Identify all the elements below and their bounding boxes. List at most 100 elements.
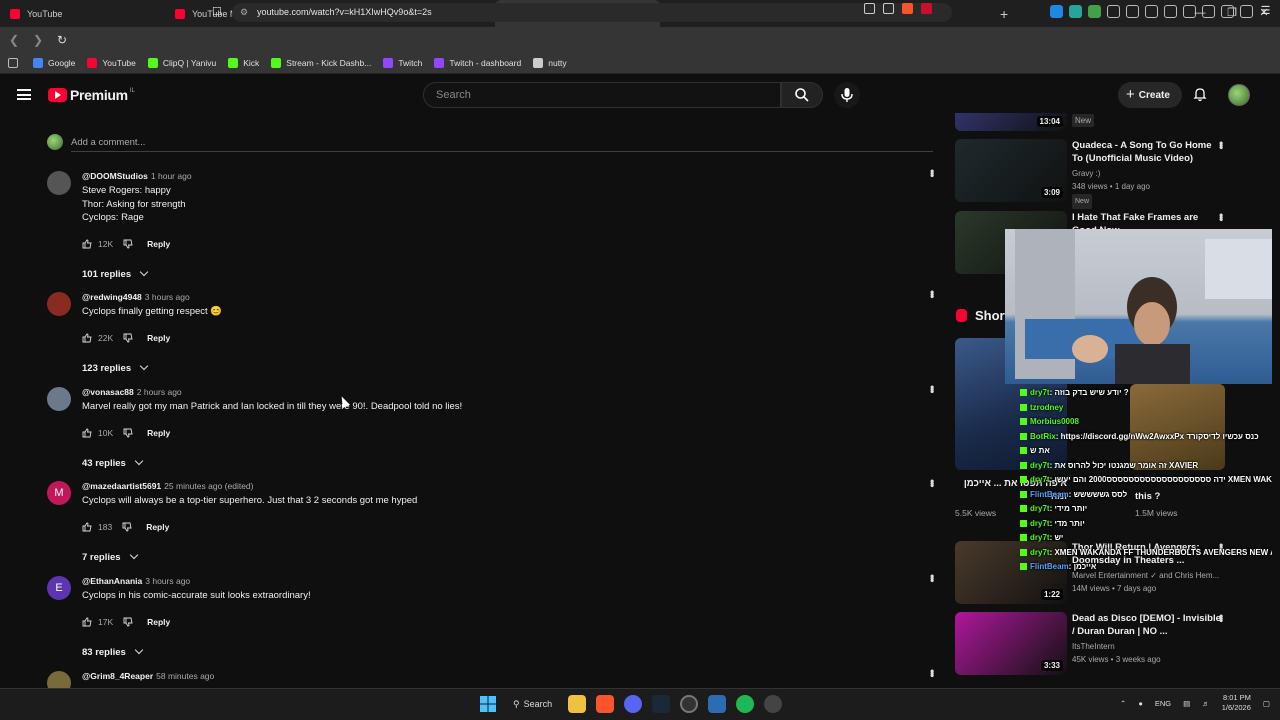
reply-button[interactable]: Reply <box>147 617 170 627</box>
video-thumbnail[interactable]: 3:09 <box>955 139 1067 202</box>
like-icon[interactable] <box>82 428 92 438</box>
view-replies-button[interactable]: 101 replies <box>82 267 149 280</box>
video-channel[interactable]: ItsTheIntern <box>1072 640 1115 653</box>
share-icon[interactable] <box>883 3 894 14</box>
more-actions-icon[interactable]: ••• <box>925 669 939 676</box>
clock[interactable]: 8:01 PM 1/6/2026 <box>1222 693 1251 713</box>
account-avatar[interactable] <box>1228 84 1250 106</box>
like-icon[interactable] <box>82 522 92 532</box>
sidebar-icon[interactable] <box>1183 5 1196 18</box>
reply-button[interactable]: Reply <box>147 333 170 343</box>
obs-icon[interactable] <box>680 695 699 713</box>
search-button[interactable] <box>781 82 823 108</box>
more-actions-icon[interactable]: ••• <box>1214 614 1228 621</box>
reply-button[interactable]: Reply <box>147 428 170 438</box>
like-icon[interactable] <box>82 239 92 249</box>
brave-shield-icon[interactable] <box>902 3 913 14</box>
comment-handle[interactable]: @vonasac88 <box>82 387 134 397</box>
puzzle-icon[interactable] <box>1126 5 1139 18</box>
related-video[interactable]: 13:04 New <box>955 113 1275 133</box>
network-icon[interactable]: ▤ <box>1183 699 1190 708</box>
comment-handle[interactable]: @EthanAnania <box>82 576 142 586</box>
more-actions-icon[interactable]: ••• <box>925 169 939 176</box>
discord-icon[interactable] <box>624 695 643 713</box>
bookmark-item[interactable]: ClipQ | Yanivu <box>147 57 216 68</box>
menu-icon[interactable] <box>17 89 31 100</box>
more-actions-icon[interactable]: ••• <box>925 479 939 486</box>
search-input[interactable]: Search <box>423 82 781 108</box>
reload-icon[interactable]: ↻ <box>52 33 72 47</box>
add-comment-row[interactable]: Add a comment... <box>47 133 933 155</box>
bookmark-item[interactable]: Google <box>33 57 75 68</box>
comment-time[interactable]: 1 hour ago <box>151 171 192 181</box>
extension-icon[interactable] <box>1107 5 1120 18</box>
apps-icon[interactable] <box>8 57 18 68</box>
create-button[interactable]: + Create <box>1118 82 1182 108</box>
comment-time[interactable]: 3 hours ago <box>145 576 190 586</box>
more-actions-icon[interactable]: ••• <box>925 385 939 392</box>
volume-icon[interactable]: ♬ <box>1202 699 1210 708</box>
windows-start-icon[interactable] <box>479 695 497 713</box>
translate-icon[interactable] <box>1050 5 1063 18</box>
media-icon[interactable] <box>1164 5 1177 18</box>
comment-handle[interactable]: @redwing4948 <box>82 292 142 302</box>
comment-time[interactable]: 2 hours ago <box>137 387 182 397</box>
browser-tab[interactable]: YouTube <box>0 0 165 27</box>
bookmark-item[interactable]: Stream - Kick Dashb... <box>271 57 371 68</box>
voice-search-button[interactable] <box>834 82 860 108</box>
language-indicator[interactable]: ENG <box>1155 699 1171 708</box>
dislike-icon[interactable] <box>123 617 133 627</box>
site-info-icon[interactable]: ⚙ <box>240 3 248 22</box>
more-actions-icon[interactable]: ••• <box>1214 141 1228 148</box>
dislike-icon[interactable] <box>122 522 132 532</box>
view-replies-button[interactable]: 83 replies <box>82 645 144 658</box>
extension-icon[interactable] <box>1069 5 1082 18</box>
menu-icon[interactable]: ☰ <box>1259 5 1272 18</box>
avatar[interactable] <box>47 292 71 316</box>
more-actions-icon[interactable]: ••• <box>925 574 939 581</box>
related-video[interactable]: 3:33 Dead as Disco [DEMO] - Invisible / D… <box>955 612 1275 678</box>
video-thumbnail[interactable]: 13:04 <box>955 113 1067 131</box>
back-icon[interactable]: ❮ <box>4 33 24 47</box>
bookmark-item[interactable]: Kick <box>228 57 259 68</box>
video-title[interactable]: Dead as Disco [DEMO] - Invisible / Duran… <box>1072 612 1222 638</box>
dislike-icon[interactable] <box>123 428 133 438</box>
related-video[interactable]: 3:09 Quadeca - A Song To Go Home To (Unof… <box>955 139 1275 209</box>
cast-icon[interactable] <box>864 3 875 14</box>
extension-icon[interactable] <box>1145 5 1158 18</box>
view-replies-button[interactable]: 7 replies <box>82 550 138 563</box>
like-icon[interactable] <box>82 617 92 627</box>
mic-tray-icon[interactable]: ● <box>1138 699 1143 708</box>
bookmark-item[interactable]: nutty <box>533 57 567 68</box>
reply-button[interactable]: Reply <box>146 522 169 532</box>
avatar[interactable]: E <box>47 576 71 600</box>
video-title[interactable]: Quadeca - A Song To Go Home To (Unoffici… <box>1072 139 1222 165</box>
bookmark-item[interactable]: YouTube <box>87 57 136 68</box>
forward-icon[interactable]: ❯ <box>28 33 48 47</box>
new-tab-icon[interactable]: + <box>1000 6 1008 22</box>
dislike-icon[interactable] <box>123 333 133 343</box>
avatar[interactable]: M <box>47 481 71 505</box>
avatar[interactable] <box>47 387 71 411</box>
spotify-icon[interactable] <box>736 695 755 713</box>
scrollbar[interactable] <box>1272 115 1280 688</box>
file-explorer-icon[interactable] <box>568 695 587 713</box>
youtube-logo[interactable]: Premium IL <box>48 87 135 103</box>
app-icon[interactable] <box>764 695 783 713</box>
view-replies-button[interactable]: 43 replies <box>82 456 144 469</box>
leo-icon[interactable] <box>1221 5 1234 18</box>
like-icon[interactable] <box>82 333 92 343</box>
extension-icon[interactable] <box>1088 5 1101 18</box>
notifications-bell-icon[interactable] <box>1193 87 1207 102</box>
notifications-icon[interactable]: ▢ <box>1263 699 1270 708</box>
comment-time[interactable]: 58 minutes ago <box>156 671 214 681</box>
comment-time[interactable]: 25 minutes ago (edited) <box>164 481 253 491</box>
app-icon[interactable] <box>708 695 727 713</box>
bookmark-item[interactable]: Twitch - dashboard <box>434 57 521 68</box>
video-channel[interactable]: New <box>1072 114 1095 127</box>
comment-handle[interactable]: @DOOMStudios <box>82 171 148 181</box>
video-thumbnail[interactable]: 3:33 <box>955 612 1067 675</box>
steam-icon[interactable] <box>652 695 671 713</box>
avatar[interactable] <box>47 171 71 195</box>
comment-handle[interactable]: @Grim8_4Reaper <box>82 671 153 681</box>
